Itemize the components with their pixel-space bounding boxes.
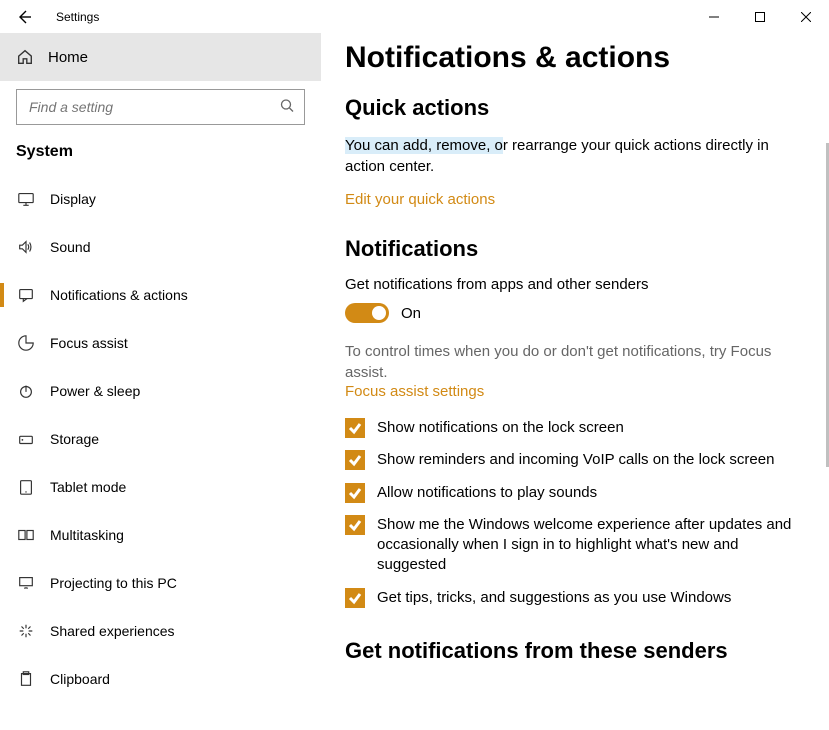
sidebar-item-projecting[interactable]: Projecting to this PC: [0, 559, 321, 607]
title-bar: Settings: [0, 0, 829, 33]
checkbox-label: Show reminders and incoming VoIP calls o…: [377, 450, 774, 470]
checkbox-tips-tricks[interactable]: Get tips, tricks, and suggestions as you…: [345, 588, 795, 608]
search-input[interactable]: [16, 89, 305, 125]
sound-icon: [16, 238, 36, 256]
page-title: Notifications & actions: [345, 41, 805, 75]
sidebar-item-notifications[interactable]: Notifications & actions: [0, 271, 321, 319]
storage-icon: [16, 430, 36, 448]
checkbox-icon: [345, 450, 365, 470]
toggle-state: On: [401, 305, 421, 322]
sidebar-item-label: Sound: [50, 239, 90, 255]
checkbox-label: Allow notifications to play sounds: [377, 483, 597, 503]
checkbox-label: Show notifications on the lock screen: [377, 418, 624, 438]
sidebar-item-display[interactable]: Display: [0, 175, 321, 223]
sidebar-item-label: Notifications & actions: [50, 287, 188, 303]
sidebar-item-tablet[interactable]: Tablet mode: [0, 463, 321, 511]
back-button[interactable]: [0, 0, 48, 33]
focus-hint: To control times when you do or don't ge…: [345, 341, 785, 383]
senders-heading: Get notifications from these senders: [345, 638, 805, 664]
main-content: Notifications & actions Quick actions Yo…: [321, 33, 829, 730]
multitasking-icon: [16, 526, 36, 544]
checkbox-icon: [345, 588, 365, 608]
notifications-icon: [16, 286, 36, 304]
display-icon: [16, 190, 36, 208]
checkbox-icon: [345, 483, 365, 503]
sidebar-item-label: Shared experiences: [50, 623, 175, 639]
checkbox-welcome-experience[interactable]: Show me the Windows welcome experience a…: [345, 515, 795, 576]
sidebar-item-storage[interactable]: Storage: [0, 415, 321, 463]
home-icon: [16, 48, 34, 66]
checkbox-icon: [345, 418, 365, 438]
checkbox-reminders-voip[interactable]: Show reminders and incoming VoIP calls o…: [345, 450, 795, 470]
sidebar: Home System Display Sound: [0, 33, 321, 730]
projecting-icon: [16, 574, 36, 592]
sidebar-nav: Display Sound Notifications & actions Fo…: [0, 175, 321, 730]
home-button[interactable]: Home: [0, 33, 321, 81]
sidebar-item-label: Projecting to this PC: [50, 575, 177, 591]
sidebar-item-label: Focus assist: [50, 335, 128, 351]
focus-assist-settings-link[interactable]: Focus assist settings: [345, 383, 805, 400]
close-button[interactable]: [783, 0, 829, 33]
clipboard-icon: [16, 670, 36, 688]
checkbox-lock-screen[interactable]: Show notifications on the lock screen: [345, 418, 795, 438]
sidebar-item-clipboard[interactable]: Clipboard: [0, 655, 321, 703]
checkbox-icon: [345, 515, 365, 535]
minimize-button[interactable]: [691, 0, 737, 33]
sidebar-item-label: Multitasking: [50, 527, 124, 543]
edit-quick-actions-link[interactable]: Edit your quick actions: [345, 191, 805, 208]
quick-actions-desc: You can add, remove, or rearrange your q…: [345, 135, 785, 177]
checkbox-play-sounds[interactable]: Allow notifications to play sounds: [345, 483, 795, 503]
sidebar-group-title: System: [0, 143, 321, 175]
sidebar-item-power[interactable]: Power & sleep: [0, 367, 321, 415]
quick-actions-heading: Quick actions: [345, 95, 805, 121]
checkbox-label: Get tips, tricks, and suggestions as you…: [377, 588, 731, 608]
sidebar-item-label: Tablet mode: [50, 479, 126, 495]
sidebar-item-sharedexp[interactable]: Shared experiences: [0, 607, 321, 655]
sidebar-item-label: Power & sleep: [50, 383, 140, 399]
sidebar-item-label: Display: [50, 191, 96, 207]
sidebar-item-focusassist[interactable]: Focus assist: [0, 319, 321, 367]
checkbox-label: Show me the Windows welcome experience a…: [377, 515, 795, 576]
maximize-button[interactable]: [737, 0, 783, 33]
notifications-heading: Notifications: [345, 236, 805, 262]
notifications-toggle[interactable]: [345, 303, 389, 323]
focus-assist-icon: [16, 334, 36, 352]
sidebar-item-sound[interactable]: Sound: [0, 223, 321, 271]
search-icon: [280, 99, 294, 116]
power-icon: [16, 382, 36, 400]
sidebar-item-multitasking[interactable]: Multitasking: [0, 511, 321, 559]
shared-exp-icon: [16, 622, 36, 640]
window-title: Settings: [48, 10, 691, 24]
sidebar-item-label: Clipboard: [50, 671, 110, 687]
notifications-label: Get notifications from apps and other se…: [345, 276, 805, 293]
sidebar-item-label: Storage: [50, 431, 99, 447]
home-label: Home: [48, 49, 88, 66]
tablet-icon: [16, 478, 36, 496]
